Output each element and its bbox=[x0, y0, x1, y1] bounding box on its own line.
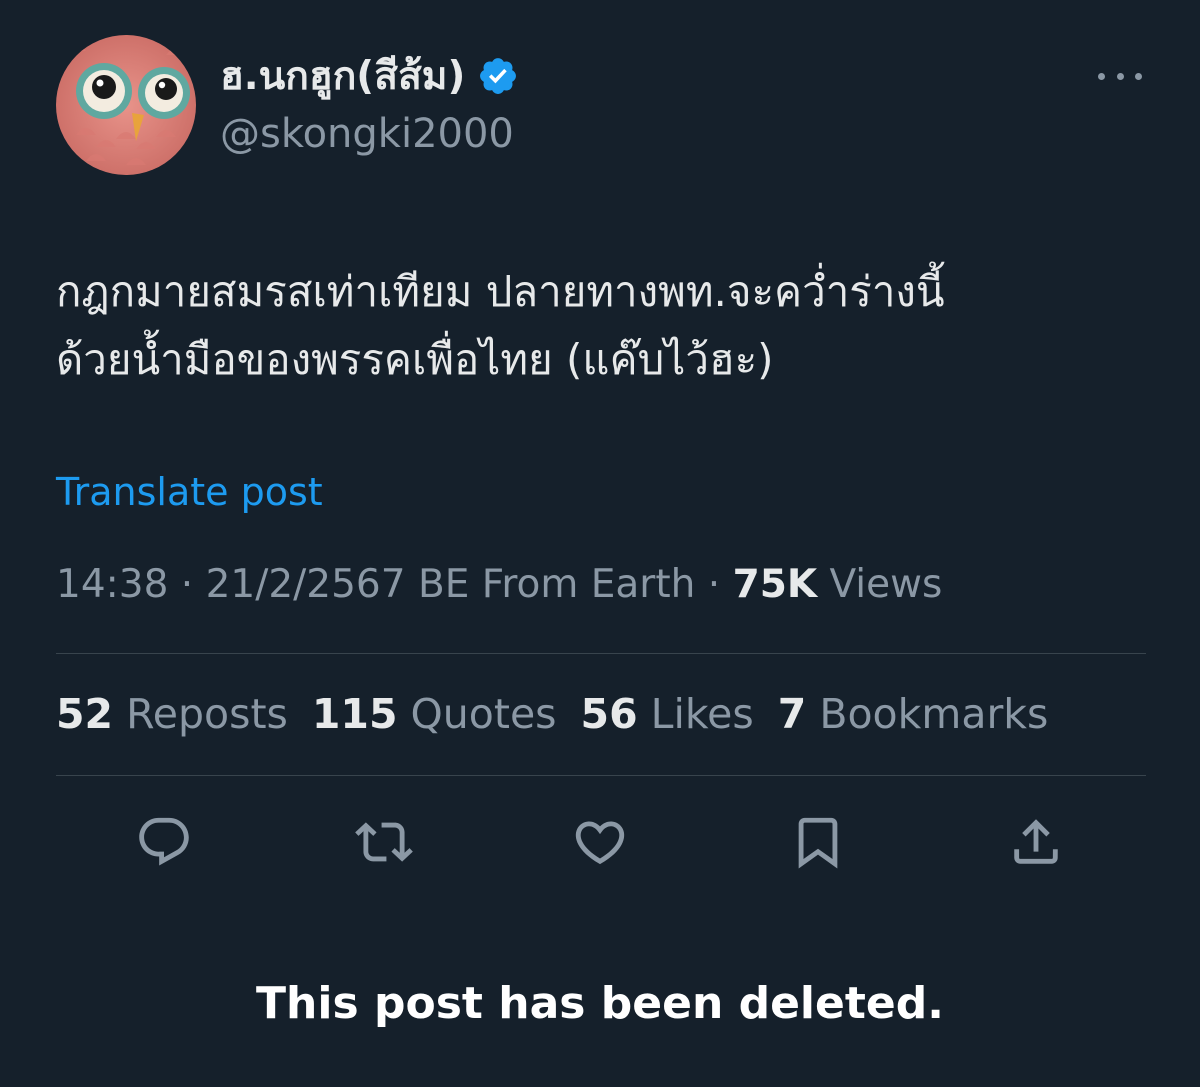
divider bbox=[56, 653, 1146, 654]
stat-label: Bookmarks bbox=[819, 690, 1049, 738]
share-button[interactable] bbox=[1004, 810, 1068, 874]
engagement-stats: 52 Reposts 115 Quotes 56 Likes 7 Bookmar… bbox=[56, 690, 1048, 739]
translate-post-link[interactable]: Translate post bbox=[56, 470, 323, 516]
post-text-line: ด้วยน้ำมือของพรรคเพื่อไทย (แค๊บไว้ฮะ) bbox=[56, 335, 774, 384]
post-text-line: กฎกมายสมรสเท่าเทียม ปลายทางพท.จะคว่ำร่าง… bbox=[56, 267, 945, 316]
author-name-row[interactable]: ฮ.นกฮูก(สีส้ม) bbox=[220, 50, 519, 102]
divider bbox=[56, 775, 1146, 776]
post: ฮ.นกฮูก(สีส้ม) @skongki2000 กฎกมายสมรสเท… bbox=[0, 0, 1200, 1087]
like-icon bbox=[575, 821, 625, 865]
stat-count: 7 bbox=[777, 690, 807, 738]
author-display-name[interactable]: ฮ.นกฮูก(สีส้ม) bbox=[220, 57, 465, 96]
bookmark-icon bbox=[798, 817, 838, 869]
deleted-notice: This post has been deleted. bbox=[256, 978, 944, 1029]
like-button[interactable] bbox=[568, 810, 632, 874]
stat-count: 52 bbox=[56, 690, 114, 738]
action-bar bbox=[0, 810, 1200, 874]
stat-reposts[interactable]: 52 Reposts bbox=[56, 690, 288, 739]
bookmark-button[interactable] bbox=[786, 810, 850, 874]
post-text: กฎกมายสมรสเท่าเทียม ปลายทางพท.จะคว่ำร่าง… bbox=[56, 258, 1146, 394]
stat-count: 115 bbox=[311, 690, 398, 738]
stat-bookmarks[interactable]: 7 Bookmarks bbox=[778, 690, 1049, 739]
more-options-icon[interactable] bbox=[1098, 62, 1142, 90]
author-handle[interactable]: @skongki2000 bbox=[220, 110, 514, 158]
post-timestamp[interactable]: 14:38 · 21/2/2567 BE From Earth · bbox=[56, 562, 720, 607]
post-meta: 14:38 · 21/2/2567 BE From Earth · 75K Vi… bbox=[56, 562, 942, 609]
avatar[interactable] bbox=[56, 35, 196, 175]
repost-button[interactable] bbox=[352, 810, 416, 874]
verified-badge-icon bbox=[477, 55, 519, 97]
stat-label: Reposts bbox=[126, 690, 288, 738]
stat-label: Likes bbox=[650, 690, 754, 738]
stat-label: Quotes bbox=[410, 690, 557, 738]
owl-avatar-icon bbox=[56, 35, 196, 175]
stat-count: 56 bbox=[580, 690, 638, 738]
share-icon bbox=[1014, 819, 1058, 864]
views-label: Views bbox=[829, 562, 943, 607]
reply-icon bbox=[139, 817, 189, 866]
stat-likes[interactable]: 56 Likes bbox=[581, 690, 754, 739]
stat-quotes[interactable]: 115 Quotes bbox=[312, 690, 557, 739]
repost-icon bbox=[355, 822, 413, 862]
reply-button[interactable] bbox=[132, 810, 196, 874]
views-count: 75K bbox=[732, 562, 818, 607]
